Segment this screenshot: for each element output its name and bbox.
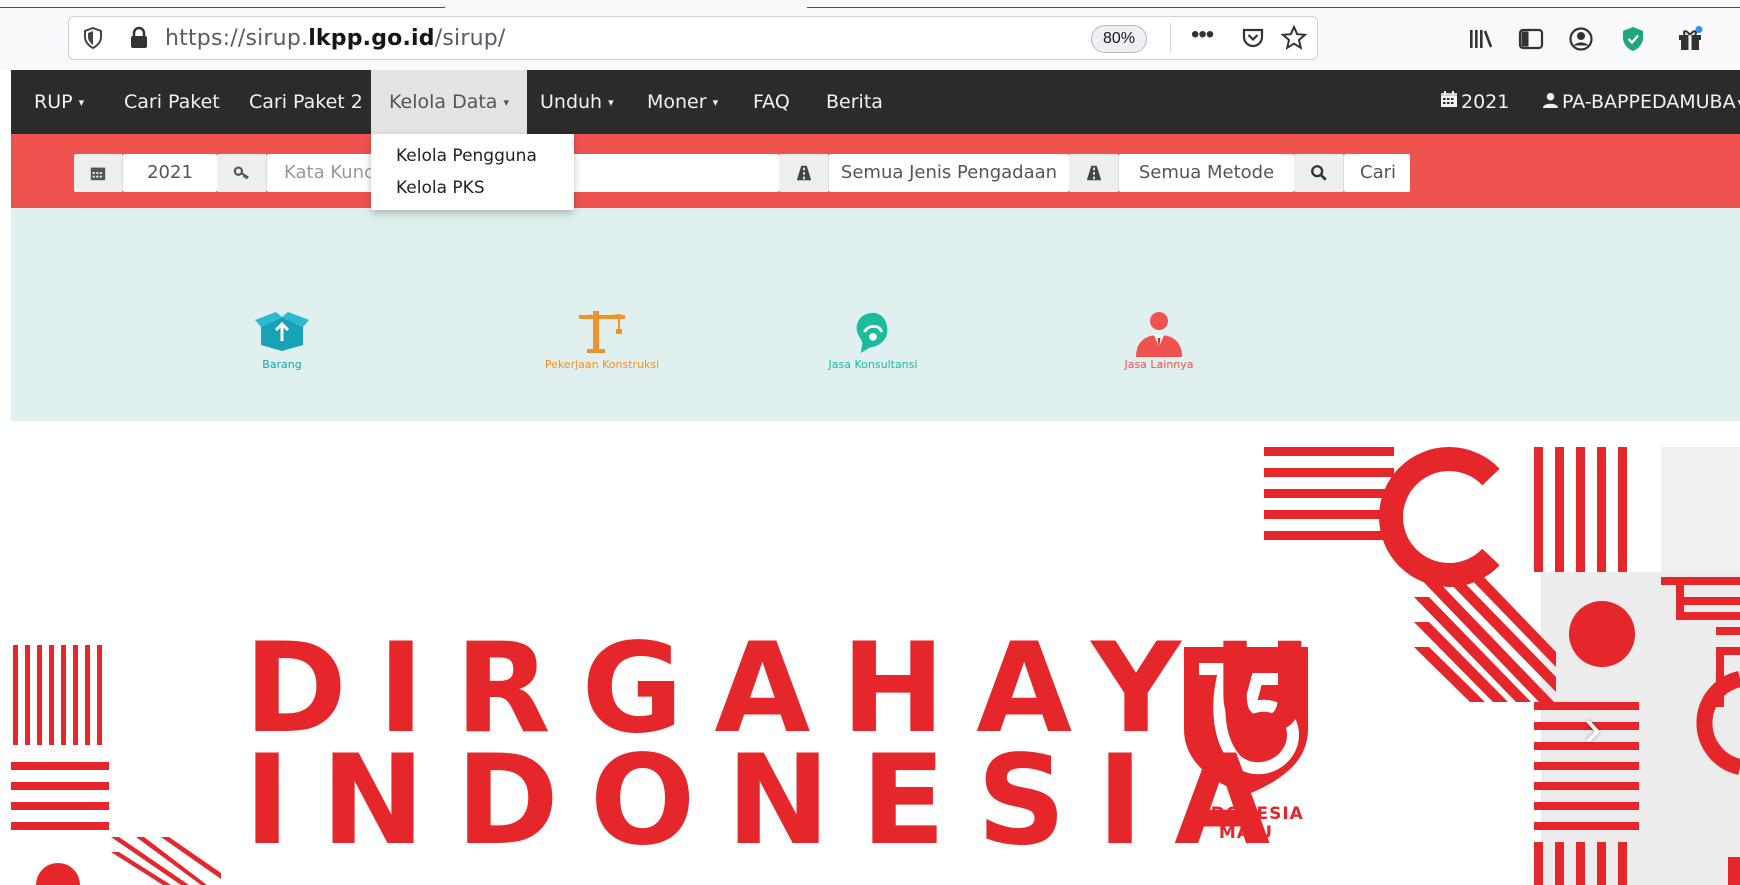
caret-down-icon: ▾ [712,95,719,109]
tracking-shield-icon[interactable] [81,26,105,50]
indonesia-maju-caption: INDONESIA MAJU [1181,805,1311,843]
person-icon [1099,311,1219,357]
calendar-icon [74,154,123,192]
metode-select[interactable]: Semua Metode [1119,154,1294,192]
box-icon [222,311,342,355]
nav-kelola-data[interactable]: Kelola Data ▾ [371,70,527,134]
keyword-placeholder: Kata Kunci [284,162,379,183]
category-pekerjaan-konstruksi[interactable]: Pekerjaan Konstruksi [522,311,682,373]
category-label: Jasa Konsultansi [828,358,918,371]
caret-down-icon: ▾ [608,95,614,109]
bookmark-star-icon[interactable] [1280,24,1308,52]
banner-carousel: DIRGAHAYU INDONESIA INDONESIA MAJU › [11,447,1740,885]
nav-label: Unduh [540,91,603,113]
nav-cari-paket[interactable]: Cari Paket [124,70,220,134]
category-label: Jasa Lainnya [1124,358,1194,371]
key-icon [217,154,267,192]
category-jasa-lainnya[interactable]: Jasa Lainnya [1099,311,1219,373]
road-icon [779,154,829,192]
year-select[interactable]: 2021 [123,154,217,192]
menu-item-kelola-pengguna[interactable]: Kelola Pengguna [396,146,537,166]
kelola-data-dropdown: Kelola Pengguna Kelola PKS [371,134,574,210]
nav-unduh[interactable]: Unduh ▾ [540,70,614,134]
lock-icon[interactable] [127,26,151,50]
jenis-pengadaan-select[interactable]: Semua Jenis Pengadaan [829,154,1069,192]
sidebar-icon[interactable] [1517,25,1545,53]
nav-year-label: 2021 [1461,91,1510,113]
caption-line2: MAJU [1218,823,1274,843]
consult-head-icon [813,311,933,355]
user-icon [1542,71,1559,135]
zoom-badge[interactable]: 80% [1091,25,1147,53]
category-label: Pekerjaan Konstruksi [544,358,660,371]
banner-title-line2: INDONESIA [244,729,1302,873]
crane-icon [522,311,682,355]
nav-cari-paket-2[interactable]: Cari Paket 2 [249,70,363,134]
search-button[interactable]: Cari [1344,154,1410,192]
nav-user-menu[interactable]: PA-BAPPEDAMUBA▾ [1542,70,1740,134]
nav-rup[interactable]: RUP ▾ [34,70,84,134]
category-band: Barang Pekerjaan Konstruksi Jasa Konsult… [11,208,1740,421]
menu-item-kelola-pks[interactable]: Kelola PKS [396,178,485,198]
url-path: /sirup/ [434,26,506,51]
url-text[interactable]: https://sirup.lkpp.go.id/sirup/ [165,26,506,51]
nav-faq[interactable]: FAQ [753,70,790,134]
calendar-icon [1439,71,1459,135]
search-bar: 2021 Kata Kunci Semua Jenis Pengadaan Se… [11,134,1740,208]
page-actions-menu-icon[interactable]: ••• [1191,21,1214,49]
category-jasa-konsultansi[interactable]: Jasa Konsultansi [813,311,933,373]
extension-shield-icon[interactable] [1619,25,1647,53]
caret-down-icon: ▾ [78,95,85,109]
caption-line1: INDONESIA [1188,804,1304,824]
nav-berita[interactable]: Berita [826,70,883,134]
caret-down-icon: ▾ [503,95,509,109]
url-domain: lkpp.go.id [308,26,435,51]
nav-user-label: PA-BAPPEDAMUBA [1562,91,1736,113]
tab-strip-line [807,7,1740,8]
search-icon[interactable] [1294,154,1344,192]
carousel-next-icon[interactable]: › [1584,702,1601,754]
gift-icon[interactable] [1676,25,1704,53]
divider [1170,23,1171,53]
account-icon[interactable] [1567,25,1595,53]
nav-label: RUP [34,91,73,113]
category-label: Barang [262,358,302,371]
tab-strip-line [0,7,445,8]
nav-moner[interactable]: Moner ▾ [647,70,718,134]
category-barang[interactable]: Barang [222,311,342,373]
nav-year[interactable]: 2021 [1439,70,1509,134]
address-bar[interactable]: https://sirup.lkpp.go.id/sirup/ 80% ••• [68,16,1318,60]
road-icon [1069,154,1119,192]
main-navbar: RUP ▾ Cari Paket Cari Paket 2 Kelola Data… [11,70,1740,134]
url-prefix: https://sirup. [165,26,309,51]
library-icon[interactable] [1467,25,1495,53]
nav-label: Kelola Data [389,91,498,113]
nav-label: Moner [647,91,707,113]
pocket-icon[interactable] [1239,24,1267,52]
